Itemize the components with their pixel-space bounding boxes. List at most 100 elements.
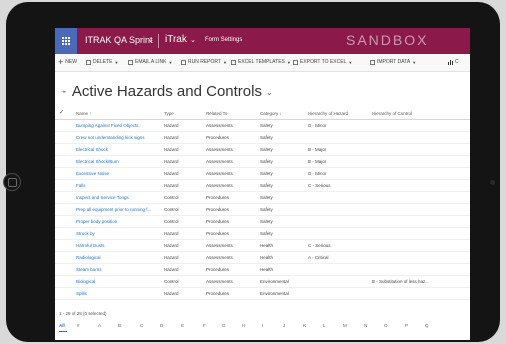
record-name-link[interactable]: Falls [76,183,158,188]
table-row[interactable]: Falls Hazard Assessments Safety C - Serious [55,180,470,192]
record-count: 1 - 28 of 28 (0 selected) [59,311,107,316]
record-category: Safety [260,231,273,236]
alpha-filter-item[interactable]: M [343,323,347,328]
record-name-link[interactable]: Struck by [76,231,158,236]
table-row[interactable]: Harmful Dusts Hazard Assessments Health C - … [55,240,470,252]
table-row[interactable]: Struck by Hazard Procedures Safety [55,228,470,240]
view-selector[interactable]: ➛ Active Hazards and Controls ⌄ [61,83,273,100]
delete-button[interactable]: DELETE ▼ [86,59,118,65]
excel-templates-label: EXCEL TEMPLATES [238,59,285,65]
chart-button[interactable]: C [448,59,459,65]
table-row[interactable]: Electrical Shock/Burn Hazard Assessments Sa… [55,156,470,168]
camera-icon [490,180,495,185]
record-name-link[interactable]: Excessive Noise [76,171,158,176]
column-header-hierarchy-of-control[interactable]: Hierarchy of Control [372,111,438,116]
record-name-link[interactable]: Spills [76,291,158,296]
mail-icon [128,59,133,65]
area-label[interactable]: Form Settings [205,37,242,43]
record-hierarchy-of-hazard: B - Major [308,159,327,164]
column-header-related-to[interactable]: Related To [206,111,256,116]
select-all-checkbox[interactable]: ✓ [59,109,64,116]
record-related-to: Assessments [206,183,233,188]
record-related-to: Assessments [206,171,233,176]
app-name[interactable]: iTrak [165,34,187,45]
column-header-category[interactable]: Category ↓ [260,111,304,116]
table-row[interactable]: Spills Hazard Procedures Environmental [55,288,470,300]
record-related-to: Procedures [206,291,230,296]
alpha-filter-item[interactable]: C [140,323,143,328]
table-row[interactable]: Steam burns Hazard Procedures Health [55,264,470,276]
alpha-filter-item[interactable]: E [181,323,184,328]
record-name-link[interactable]: Prep all equipment prior to running f... [76,207,158,212]
record-name-link[interactable]: Biological [76,279,158,284]
alpha-filter-item[interactable]: O [384,323,388,328]
record-type: Hazard [164,171,179,176]
alpha-filter-item[interactable]: # [77,323,80,328]
alpha-filter-item[interactable]: G [222,323,226,328]
record-category: Safety [260,135,273,140]
record-name-link[interactable]: Proper body position [76,219,158,224]
alpha-filter-item[interactable]: D [160,323,163,328]
alpha-filter-item[interactable]: I [262,323,263,328]
alpha-filter-item[interactable]: K [303,323,306,328]
record-category: Environmental [260,291,289,296]
bar-chart-icon [448,59,453,65]
new-button[interactable]: + NEW [58,57,77,66]
export-excel-button[interactable]: EXPORT TO EXCEL ▼ [293,59,352,65]
home-button[interactable] [3,173,21,191]
new-label: NEW [65,59,77,65]
alpha-filter-item[interactable]: A [98,323,101,328]
chevron-down-icon[interactable]: ⌄ [266,88,273,97]
org-title[interactable]: ITRAK QA Sprint [85,35,153,45]
record-name-link[interactable]: Radiological [76,255,158,260]
alpha-filter-item[interactable]: All [59,323,65,328]
record-name-link[interactable]: Electrical Shock/Burn [76,159,158,164]
alpha-filter-item[interactable]: N [364,323,367,328]
table-row[interactable]: Electrical Shock Hazard Assessments Safety B… [55,144,470,156]
app-launcher-button[interactable] [55,28,77,54]
record-category: Safety [260,147,273,152]
table-row[interactable]: Proper body position Control Procedures Saf… [55,216,470,228]
pin-icon[interactable]: ➛ [61,88,67,96]
alpha-filter-item[interactable]: J [283,323,285,328]
record-related-to: Assessments [206,147,233,152]
record-category: Health [260,243,274,248]
email-link-button[interactable]: EMAIL A LINK ▼ [128,59,172,65]
record-name-link[interactable]: Inspect and Service Tongs [76,195,158,200]
record-name-link[interactable]: Harmful Dusts [76,243,158,248]
chevron-down-icon[interactable]: ⌄ [190,36,196,44]
record-type: Hazard [164,243,179,248]
alpha-filter-item[interactable]: Q [425,323,429,328]
run-report-label: RUN REPORT [188,59,221,65]
table-row[interactable]: Biological Control Assessments Environmenta… [55,276,470,288]
column-header-type[interactable]: Type [164,111,204,116]
table-row[interactable]: Radiological Hazard Assessments Health A - C… [55,252,470,264]
record-type: Control [164,195,179,200]
table-row[interactable]: Bumping Against Fixed Objects Hazard Asses… [55,120,470,132]
record-hierarchy-of-hazard: B - Major [308,147,327,152]
table-row[interactable]: Prep all equipment prior to running f...… [55,204,470,216]
alpha-filter-item[interactable]: P [405,323,408,328]
column-header-name[interactable]: Name ↑ [76,111,158,116]
table-row[interactable]: Inspect and Service Tongs Control Procedur… [55,192,470,204]
table-row[interactable]: Excessive Noise Hazard Assessments Safety D … [55,168,470,180]
run-report-button[interactable]: RUN REPORT ▼ [181,59,227,65]
alpha-filter-item[interactable]: H [242,323,245,328]
record-name-link[interactable]: Electrical Shock [76,147,158,152]
record-name-link[interactable]: Crew not understanding kick signs [76,135,158,140]
alpha-filter-item[interactable]: F [203,323,206,328]
alpha-filter-item[interactable]: L [323,323,326,328]
active-filter-underline [59,331,67,332]
alpha-filter-item[interactable]: B [118,323,121,328]
record-related-to: Assessments [206,123,233,128]
export-icon [293,59,298,65]
import-data-button[interactable]: IMPORT DATA ▼ [370,59,416,65]
excel-templates-button[interactable]: EXCEL TEMPLATES ▼ [231,59,291,65]
record-name-link[interactable]: Bumping Against Fixed Objects [76,123,158,128]
column-header-hierarchy-of-hazard[interactable]: Hierarchy of Hazard [308,111,366,116]
table-row[interactable]: Crew not understanding kick signs Hazard P… [55,132,470,144]
record-type: Hazard [164,183,179,188]
record-name-link[interactable]: Steam burns [76,267,158,272]
view-title[interactable]: Active Hazards and Controls [72,83,262,100]
chevron-down-icon[interactable]: ⌄ [148,36,154,44]
